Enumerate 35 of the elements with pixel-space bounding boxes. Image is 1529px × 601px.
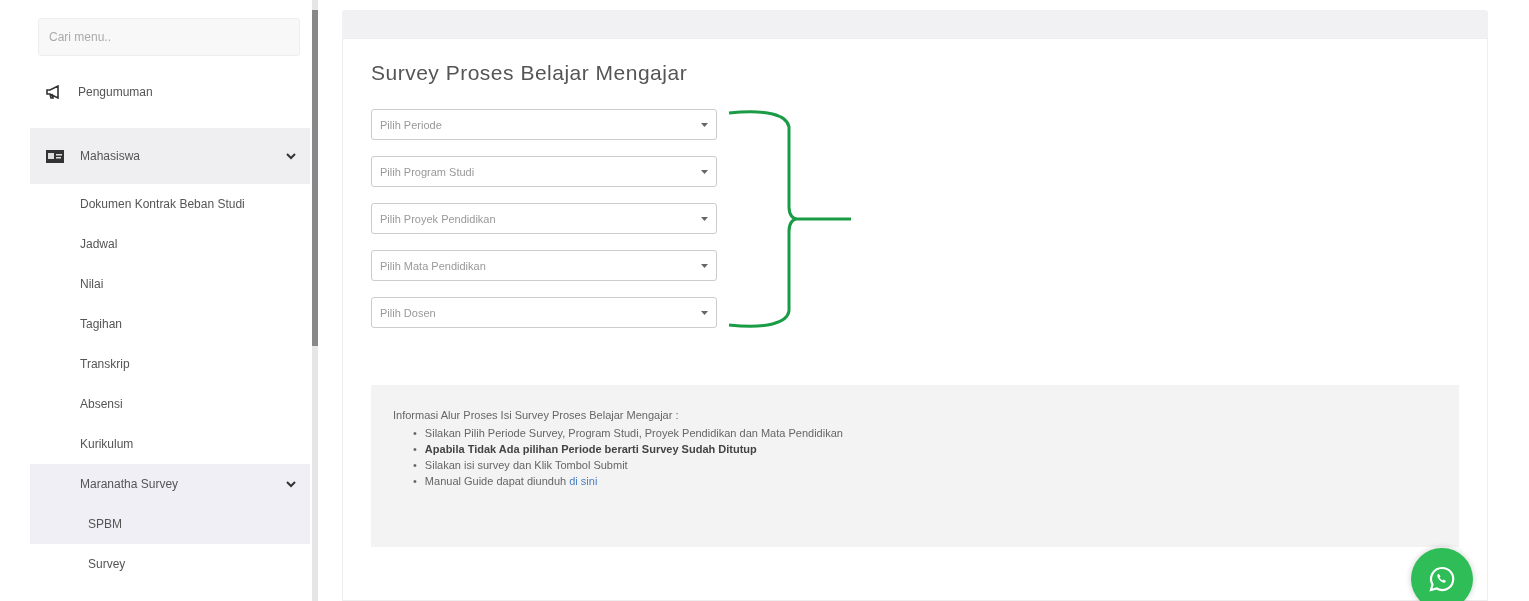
info-heading: Informasi Alur Proses Isi Survey Proses Belajar Mengajar : [393, 409, 680, 421]
sidebar-subitem[interactable]: Nilai [30, 264, 310, 304]
search-field[interactable]: Cari menu.. [38, 18, 300, 56]
download-link[interactable]: di sini [569, 475, 598, 487]
sidebar-subitem[interactable]: Transkrip [30, 344, 310, 384]
chat-button[interactable] [1411, 548, 1473, 601]
chevron-icon [286, 152, 296, 160]
list-bullet: • [413, 442, 417, 457]
sidebar-subitem[interactable]: Survey [30, 544, 310, 584]
sidebar-subitem[interactable]: Jadwal [30, 224, 310, 264]
list-bullet: • [413, 474, 417, 489]
caret-icon [701, 122, 708, 127]
info-item: Apabila Tidak Ada pilihan Periode berarti Survey Sudah Ditutup [424, 442, 757, 457]
megaphone-icon [46, 85, 62, 99]
list-bullet: • [413, 426, 417, 441]
caret-icon [701, 216, 708, 221]
sidebar-subitem[interactable]: Maranatha Survey [30, 464, 310, 504]
sidebar-subitem[interactable]: Kurikulum [30, 424, 310, 464]
sidebar-subitem[interactable]: Tagihan [30, 304, 310, 344]
sidebar-subitem[interactable]: Dokumen Kontrak Beban Studi [30, 184, 310, 224]
info-item: Silakan isi survey dan Klik Tombol Submit [424, 458, 628, 473]
sidebar-item[interactable]: Mahasiswa [30, 128, 310, 184]
caret-icon [701, 310, 708, 315]
scrollbar-thumb[interactable] [312, 10, 318, 346]
caret-icon [701, 263, 708, 268]
caret-icon [701, 169, 708, 174]
info-item: Silakan Pilih Periode Survey, Program Studi, Proyek Pendidikan dan Mata Pendidikan [424, 426, 843, 441]
sidebar-item[interactable]: Pengumuman [30, 64, 310, 120]
list-bullet: • [413, 458, 417, 473]
chat-bubble-icon [1428, 565, 1456, 593]
info-item: Manual Guide dapat diunduh di sini [424, 474, 598, 489]
chevron-icon [286, 480, 296, 488]
sidebar-subitem[interactable]: Absensi [30, 384, 310, 424]
page-title: Survey Proses Belajar Mengajar [371, 61, 689, 85]
id-card-icon [46, 149, 64, 163]
